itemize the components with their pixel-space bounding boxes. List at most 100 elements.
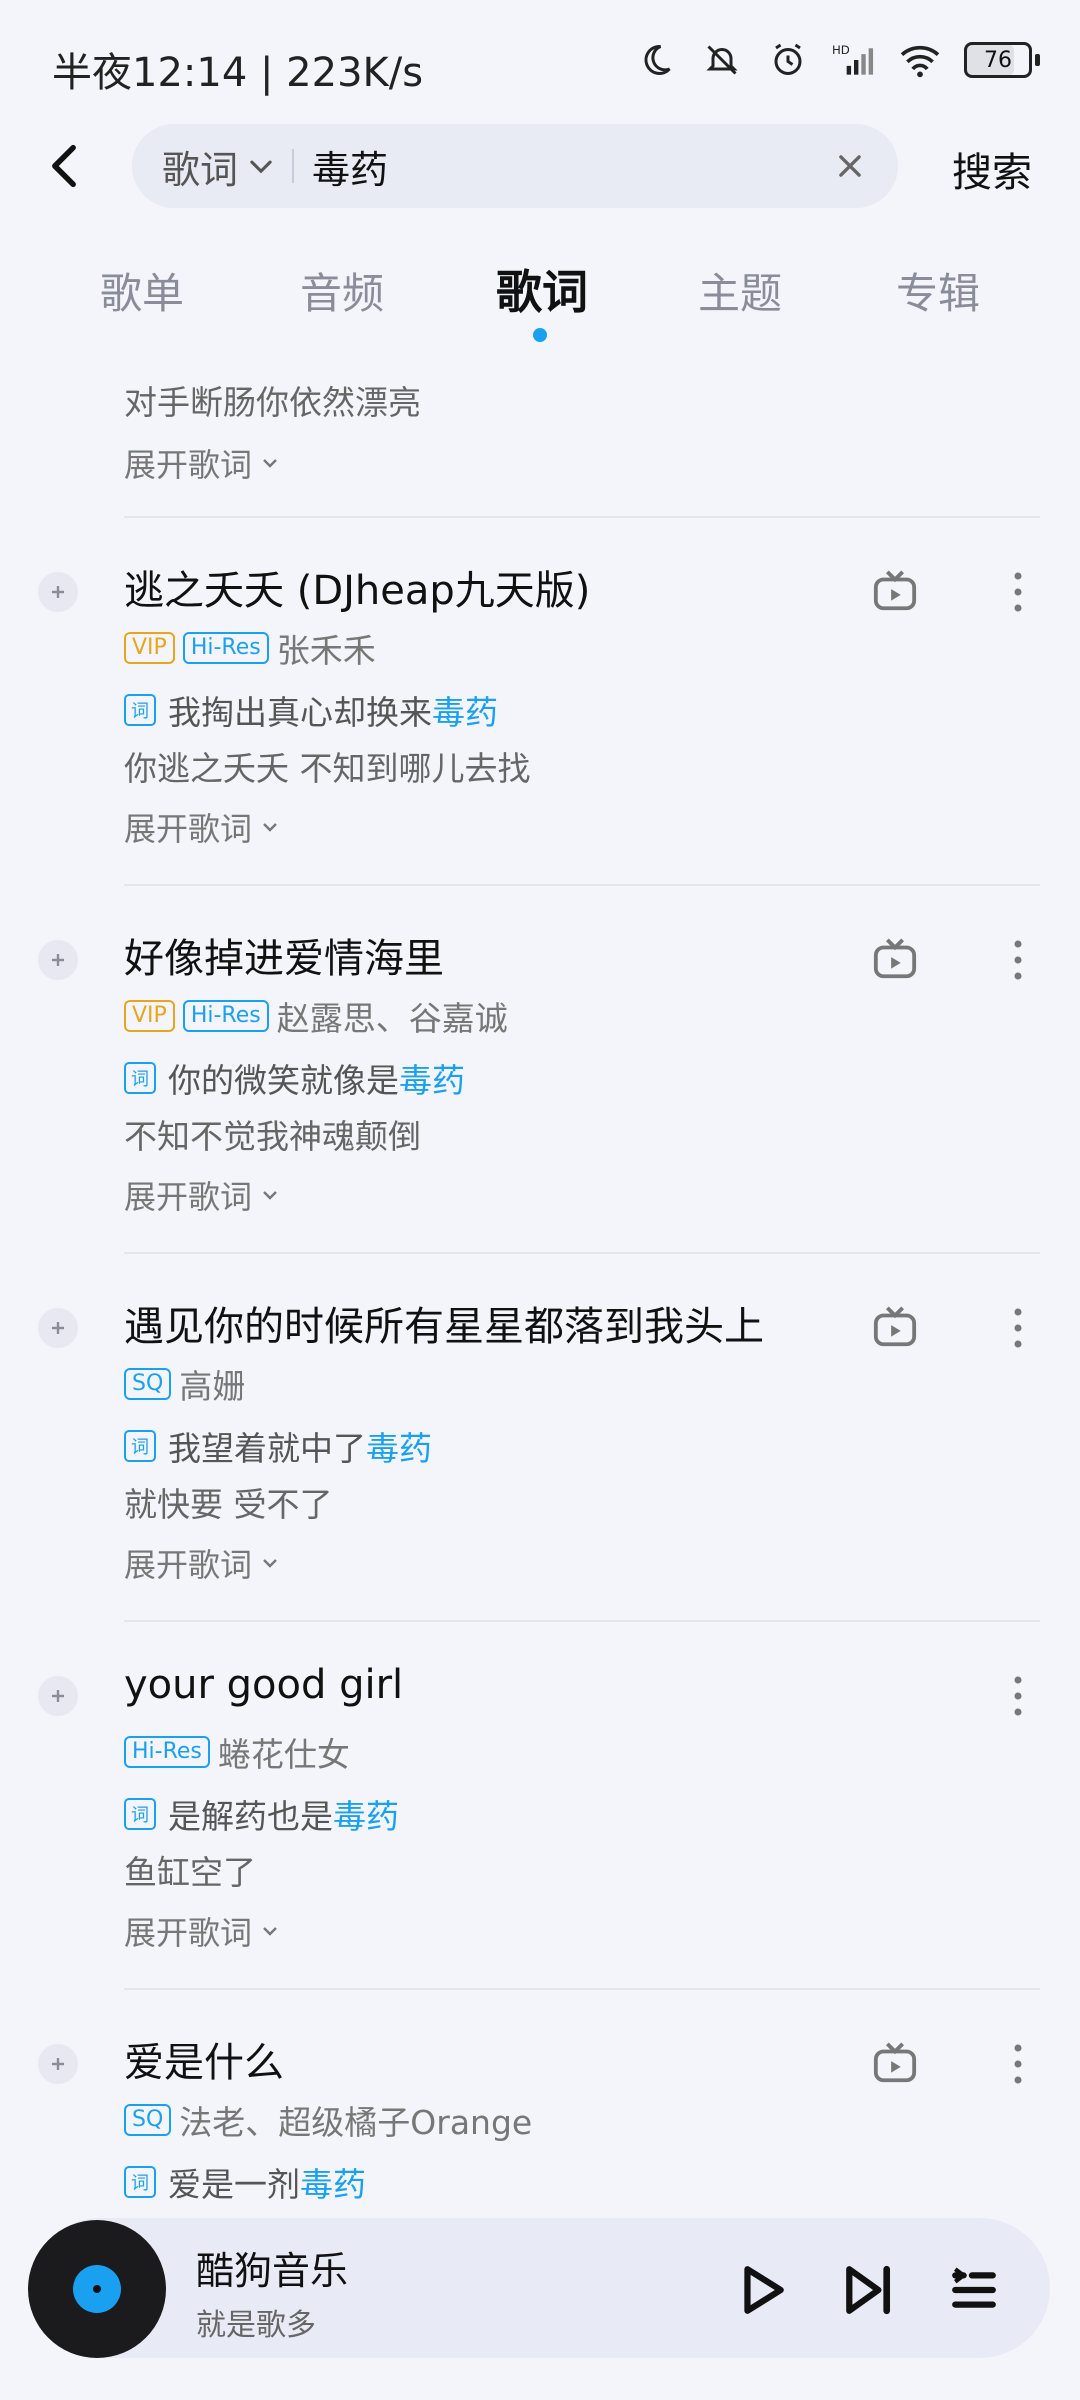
result-list: 对手断肠你依然漂亮 展开歌词 逃之夭夭 (DJheap九天版) VIP Hi-R… — [0, 330, 1080, 2220]
play-button[interactable] — [730, 2258, 794, 2322]
expand-lyrics-button[interactable]: 展开歌词 — [124, 1908, 280, 1954]
artist-name: 赵露思、谷嘉诚 — [276, 999, 508, 1038]
plus-icon — [52, 954, 64, 966]
lyric-text: 我掏出真心却换来 — [168, 693, 432, 732]
clear-button[interactable] — [820, 136, 880, 196]
search-button[interactable]: 搜索 — [952, 140, 1032, 198]
lyric-text: 你的微笑就像是 — [168, 1061, 399, 1100]
album-disc[interactable] — [28, 2220, 166, 2358]
back-button[interactable] — [32, 134, 96, 198]
expand-label: 展开歌词 — [124, 446, 253, 484]
lyric-highlight: 毒药 — [333, 1797, 399, 1836]
tab-albums[interactable]: 专辑 — [896, 260, 980, 321]
battery-icon: 76 — [964, 42, 1040, 78]
more-icon — [1014, 2044, 1022, 2084]
tab-audio[interactable]: 音频 — [300, 260, 384, 321]
add-button[interactable] — [38, 2044, 78, 2084]
tab-lyrics[interactable]: 歌词 — [496, 256, 588, 322]
moon-icon — [634, 38, 678, 82]
song-meta: SQ 高姗 — [124, 1360, 245, 1408]
expand-lyrics-button[interactable]: 展开歌词 — [124, 440, 280, 486]
chevron-down-icon — [250, 160, 272, 174]
lyric-line: 不知不觉我神魂颠倒 — [124, 1117, 421, 1156]
song-title: 逃之夭夭 (DJheap九天版) — [124, 568, 591, 614]
lyric-badge: 词 — [124, 694, 156, 726]
lyric-match: 词 是解药也是 毒药 — [124, 1790, 399, 1838]
search-box[interactable]: 歌词 — [132, 124, 898, 208]
add-button[interactable] — [38, 1676, 78, 1716]
plus-icon — [52, 2058, 64, 2070]
expand-label: 展开歌词 — [124, 810, 253, 848]
more-icon — [1014, 1676, 1022, 1716]
search-type-dropdown[interactable]: 歌词 — [162, 139, 274, 194]
song-meta: VIP Hi-Res 赵露思、谷嘉诚 — [124, 992, 508, 1040]
queue-icon — [952, 2267, 996, 2308]
lyric-line: 对手断肠你依然漂亮 — [124, 383, 421, 422]
more-button[interactable] — [1000, 564, 1036, 620]
chevron-down-icon — [263, 1559, 277, 1568]
expand-lyrics-button[interactable]: 展开歌词 — [124, 1540, 280, 1586]
expand-label: 展开歌词 — [124, 1546, 253, 1584]
bell-muted-icon — [700, 38, 744, 82]
song-title: 遇见你的时候所有星星都落到我头上 — [124, 1304, 764, 1350]
battery-level: 76 — [984, 47, 1012, 73]
more-button[interactable] — [1000, 1668, 1036, 1724]
signal-icon: HD — [832, 38, 876, 82]
playlist-button[interactable] — [942, 2258, 1006, 2322]
expand-label: 展开歌词 — [124, 1178, 253, 1216]
add-button[interactable] — [38, 572, 78, 612]
lyric-badge: 词 — [124, 1798, 156, 1830]
expand-lyrics-button[interactable]: 展开歌词 — [124, 1172, 280, 1218]
sq-badge: SQ — [124, 2104, 172, 2136]
tab-themes[interactable]: 主题 — [698, 260, 782, 321]
player-title: 酷狗音乐 — [196, 2249, 349, 2293]
expand-lyrics-button[interactable]: 展开歌词 — [124, 804, 280, 850]
wifi-icon — [898, 38, 942, 82]
search-type-label: 歌词 — [162, 147, 239, 192]
chevron-down-icon — [263, 1927, 277, 1936]
more-button[interactable] — [1000, 1300, 1036, 1356]
play-icon — [744, 2266, 784, 2314]
list-item[interactable]: your good girl Hi-Res 蜷花仕女 词 是解药也是 毒药 鱼缸空… — [0, 1624, 1080, 1992]
more-button[interactable] — [1000, 2036, 1036, 2092]
add-button[interactable] — [38, 1308, 78, 1348]
status-time: 半夜12:14 | 223K/s — [52, 50, 424, 96]
add-button[interactable] — [38, 940, 78, 980]
back-arrow-icon — [52, 144, 76, 188]
close-icon — [839, 155, 861, 177]
list-item[interactable]: 逃之夭夭 (DJheap九天版) VIP Hi-Res 张禾禾 词 我掏出真心却… — [0, 520, 1080, 888]
alarm-icon — [766, 38, 810, 82]
more-button[interactable] — [1000, 932, 1036, 988]
mv-button[interactable] — [870, 934, 920, 984]
more-icon — [1014, 940, 1022, 980]
list-item[interactable]: 对手断肠你依然漂亮 展开歌词 — [0, 330, 1080, 520]
lyric-line: 鱼缸空了 — [124, 1853, 256, 1892]
divider — [124, 1988, 1040, 1990]
tab-playlists[interactable]: 歌单 — [100, 260, 184, 321]
song-title: 爱是什么 — [124, 2040, 284, 2086]
hires-badge: Hi-Res — [124, 1736, 210, 1768]
lyric-match: 词 我望着就中了 毒药 — [124, 1422, 432, 1470]
list-item[interactable]: 好像掉进爱情海里 VIP Hi-Res 赵露思、谷嘉诚 词 你的微笑就像是 毒药 … — [0, 888, 1080, 1256]
lyric-match: 词 爱是一剂 毒药 — [124, 2158, 366, 2206]
artist-name: 法老、超级橘子Orange — [179, 2103, 533, 2142]
lyric-highlight: 毒药 — [366, 1429, 432, 1468]
list-item[interactable]: 遇见你的时候所有星星都落到我头上 SQ 高姗 词 我望着就中了 毒药 就快要 受不… — [0, 1256, 1080, 1624]
mv-button[interactable] — [870, 566, 920, 616]
sq-badge: SQ — [124, 1368, 172, 1400]
song-meta: SQ 法老、超级橘子Orange — [124, 2096, 532, 2144]
more-icon — [1014, 1308, 1022, 1348]
tv-icon — [873, 570, 917, 611]
tv-icon — [873, 938, 917, 979]
next-button[interactable] — [836, 2258, 900, 2322]
artist-name: 高姗 — [179, 1367, 246, 1406]
search-input[interactable] — [312, 144, 820, 188]
lyric-text: 是解药也是 — [168, 1797, 333, 1836]
plus-icon — [52, 1322, 64, 1334]
mv-button[interactable] — [870, 1302, 920, 1352]
list-item[interactable]: 爱是什么 SQ 法老、超级橘子Orange 词 爱是一剂 毒药 — [0, 1992, 1080, 2220]
tv-icon — [873, 1306, 917, 1347]
song-title: 好像掉进爱情海里 — [124, 936, 444, 982]
mv-button[interactable] — [870, 2038, 920, 2088]
lyric-match: 词 我掏出真心却换来 毒药 — [124, 686, 498, 734]
